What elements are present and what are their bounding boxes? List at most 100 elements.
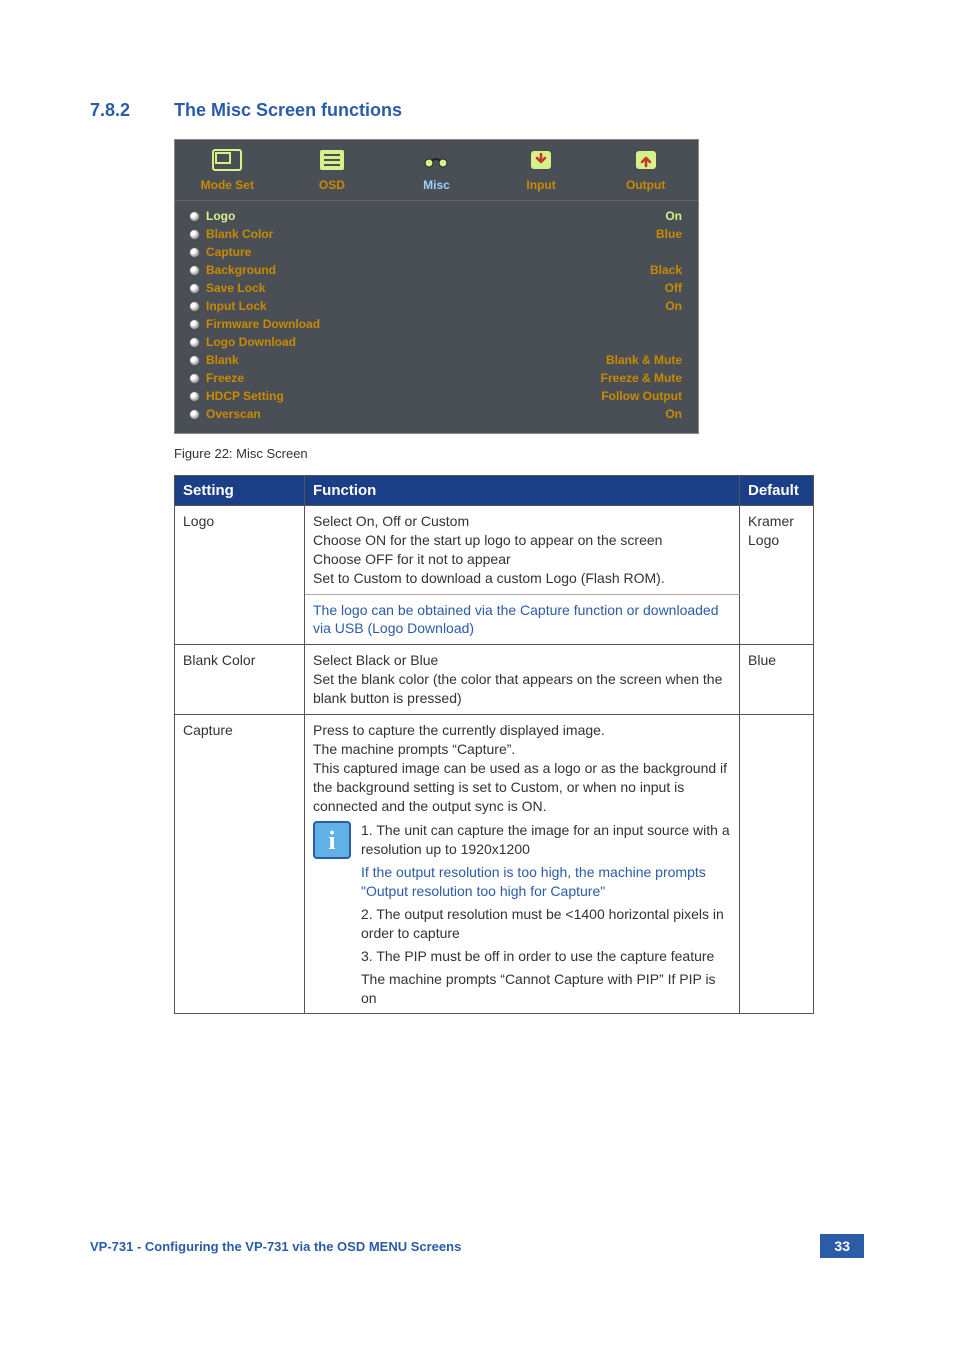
- osd-value: On: [665, 407, 682, 421]
- osd-panel: Mode Set OSD Misc: [174, 139, 699, 434]
- page-number: 33: [820, 1234, 864, 1258]
- osd-row[interactable]: Logo Download: [187, 333, 686, 351]
- osd-row[interactable]: Overscan On: [187, 405, 686, 423]
- osd-value: Off: [665, 281, 682, 295]
- modeset-icon: [175, 146, 280, 174]
- text: Set to Custom to download a custom Logo …: [313, 569, 731, 588]
- footer-text: VP-731 - Configuring the VP-731 via the …: [90, 1239, 461, 1254]
- table-row: Blank Color Select Black or Blue Set the…: [175, 645, 814, 715]
- th-setting: Setting: [175, 476, 305, 506]
- text: Select Black or Blue: [313, 651, 731, 670]
- misc-icon: [384, 146, 489, 174]
- cell-function: Select On, Off or Custom Choose ON for t…: [305, 506, 740, 595]
- radio-icon: [189, 409, 200, 420]
- text: Set the blank color (the color that appe…: [313, 670, 731, 708]
- cell-setting: Logo: [175, 506, 305, 645]
- radio-icon: [189, 229, 200, 240]
- table-row: Logo Select On, Off or Custom Choose ON …: [175, 506, 814, 595]
- radio-icon: [189, 355, 200, 366]
- osd-row[interactable]: Background Black: [187, 261, 686, 279]
- tab-misc[interactable]: Misc: [384, 140, 489, 200]
- cell-function-note: The logo can be obtained via the Capture…: [305, 594, 740, 645]
- radio-icon: [189, 283, 200, 294]
- osd-label: Input Lock: [206, 299, 267, 313]
- cell-default: Blue: [740, 645, 814, 715]
- osd-value: On: [665, 209, 682, 223]
- radio-icon: [189, 211, 200, 222]
- tab-input[interactable]: Input: [489, 140, 594, 200]
- osd-row[interactable]: Capture: [187, 243, 686, 261]
- tab-label: Input: [526, 178, 555, 192]
- input-icon: [489, 146, 594, 174]
- osd-label: Overscan: [206, 407, 261, 421]
- osd-tabs: Mode Set OSD Misc: [175, 140, 698, 201]
- figure-caption: Figure 22: Misc Screen: [174, 446, 864, 461]
- tab-mode-set[interactable]: Mode Set: [175, 140, 280, 200]
- osd-body: Logo On Blank Color Blue Capture Background Bl…: [175, 201, 698, 433]
- cell-setting: Blank Color: [175, 645, 305, 715]
- osd-label: Background: [206, 263, 276, 277]
- th-default: Default: [740, 476, 814, 506]
- osd-label: Blank: [206, 353, 239, 367]
- radio-icon: [189, 337, 200, 348]
- tab-label: Misc: [423, 178, 450, 192]
- osd-row[interactable]: HDCP Setting Follow Output: [187, 387, 686, 405]
- osd-label: Save Lock: [206, 281, 265, 295]
- note-text: If the output resolution is too high, th…: [361, 863, 731, 901]
- text: Select On, Off or Custom: [313, 512, 731, 531]
- radio-icon: [189, 391, 200, 402]
- info-icon: i: [313, 821, 351, 859]
- tab-label: Mode Set: [201, 178, 254, 192]
- osd-row[interactable]: Blank Blank & Mute: [187, 351, 686, 369]
- osd-value: Black: [650, 263, 682, 277]
- osd-label: Logo: [206, 209, 235, 223]
- osd-row[interactable]: Blank Color Blue: [187, 225, 686, 243]
- osd-label: Logo Download: [206, 335, 296, 349]
- text: The machine prompts “Cannot Capture with…: [361, 970, 731, 1008]
- section-heading: 7.8.2 The Misc Screen functions: [90, 100, 864, 121]
- page-footer: VP-731 - Configuring the VP-731 via the …: [0, 1234, 954, 1258]
- text: Choose OFF for it not to appear: [313, 550, 731, 569]
- osd-row[interactable]: Firmware Download: [187, 315, 686, 333]
- osd-value: Freeze & Mute: [601, 371, 682, 385]
- th-function: Function: [305, 476, 740, 506]
- section-title: The Misc Screen functions: [174, 100, 402, 121]
- radio-icon: [189, 319, 200, 330]
- table-row: Capture Press to capture the currently d…: [175, 715, 814, 1014]
- osd-value: Follow Output: [601, 389, 682, 403]
- osd-row[interactable]: Input Lock On: [187, 297, 686, 315]
- osd-value: Blank & Mute: [606, 353, 682, 367]
- cell-function: Press to capture the currently displayed…: [305, 715, 740, 1014]
- text: Press to capture the currently displayed…: [313, 721, 731, 740]
- text: 2. The output resolution must be <1400 h…: [361, 905, 731, 943]
- radio-icon: [189, 373, 200, 384]
- radio-icon: [189, 265, 200, 276]
- cell-setting: Capture: [175, 715, 305, 1014]
- cell-function: Select Black or Blue Set the blank color…: [305, 645, 740, 715]
- tab-label: Output: [626, 178, 665, 192]
- tab-output[interactable]: Output: [593, 140, 698, 200]
- osd-label: Blank Color: [206, 227, 273, 241]
- osd-label: Firmware Download: [206, 317, 320, 331]
- settings-table: Setting Function Default Logo Select On,…: [174, 475, 814, 1014]
- cell-default: [740, 715, 814, 1014]
- text: 1. The unit can capture the image for an…: [361, 821, 731, 859]
- radio-icon: [189, 247, 200, 258]
- osd-row[interactable]: Save Lock Off: [187, 279, 686, 297]
- tab-label: OSD: [319, 178, 345, 192]
- osd-label: Freeze: [206, 371, 244, 385]
- osd-icon: [280, 146, 385, 174]
- osd-label: HDCP Setting: [206, 389, 284, 403]
- osd-value: On: [665, 299, 682, 313]
- text: Choose ON for the start up logo to appea…: [313, 531, 731, 550]
- cell-default: Kramer Logo: [740, 506, 814, 645]
- text: The machine prompts “Capture”.: [313, 740, 731, 759]
- text: 3. The PIP must be off in order to use t…: [361, 947, 731, 966]
- radio-icon: [189, 301, 200, 312]
- output-icon: [593, 146, 698, 174]
- section-number: 7.8.2: [90, 100, 174, 121]
- tab-osd[interactable]: OSD: [280, 140, 385, 200]
- osd-row[interactable]: Freeze Freeze & Mute: [187, 369, 686, 387]
- osd-row[interactable]: Logo On: [187, 207, 686, 225]
- osd-value: Blue: [656, 227, 682, 241]
